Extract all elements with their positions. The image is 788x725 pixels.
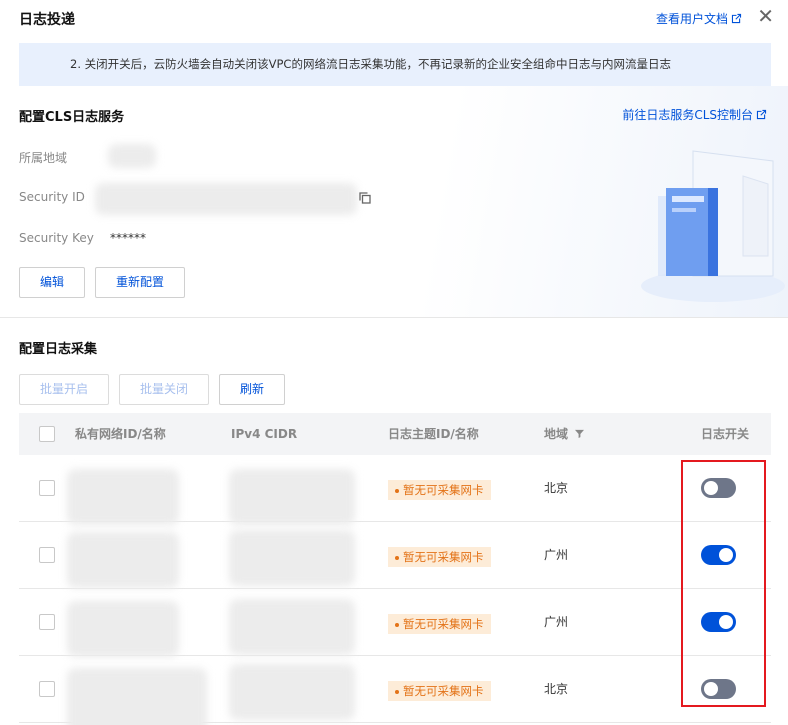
security-key-label: Security Key bbox=[19, 231, 94, 245]
header-cidr: IPv4 CIDR bbox=[231, 427, 298, 441]
row-region: 北京 bbox=[544, 481, 569, 495]
security-id-value-redacted bbox=[95, 183, 357, 215]
no-nic-tag: 暂无可采集网卡 bbox=[388, 614, 491, 634]
dialog-title: 日志投递 bbox=[19, 12, 75, 28]
cidr-redacted bbox=[229, 599, 355, 655]
no-nic-tag-label: 暂无可采集网卡 bbox=[403, 684, 484, 698]
header-switch: 日志开关 bbox=[701, 427, 750, 441]
region-label: 所属地域 bbox=[19, 151, 68, 165]
no-nic-tag: 暂无可采集网卡 bbox=[388, 547, 491, 567]
header-region-label: 地域 bbox=[544, 427, 569, 441]
select-all-checkbox[interactable] bbox=[39, 426, 55, 442]
edit-button[interactable]: 编辑 bbox=[19, 267, 85, 298]
row-checkbox[interactable] bbox=[39, 547, 55, 563]
row-region: 广州 bbox=[544, 615, 569, 629]
table-row: 暂无可采集网卡 广州 bbox=[19, 589, 771, 657]
security-id-label: Security ID bbox=[19, 190, 85, 204]
row-checkbox[interactable] bbox=[39, 480, 55, 496]
vpc-id-redacted bbox=[67, 532, 179, 588]
cidr-redacted bbox=[229, 530, 355, 586]
warning-dot-icon bbox=[395, 689, 399, 694]
notice-banner: 2. 关闭开关后，云防火墙会自动关闭该VPC的网络流日志采集功能，不再记录新的企… bbox=[19, 43, 771, 86]
log-delivery-illustration-icon bbox=[641, 150, 785, 302]
close-icon[interactable]: ✕ bbox=[757, 6, 774, 26]
highlight-box bbox=[681, 460, 766, 707]
batch-enable-button[interactable]: 批量开启 bbox=[19, 374, 109, 405]
batch-disable-button[interactable]: 批量关闭 bbox=[119, 374, 209, 405]
no-nic-tag: 暂无可采集网卡 bbox=[388, 681, 491, 701]
copy-icon[interactable] bbox=[359, 192, 371, 204]
log-collect-title: 配置日志采集 bbox=[19, 342, 98, 357]
cidr-redacted bbox=[229, 664, 355, 720]
cls-config-section: 配置CLS日志服务 前往日志服务CLS控制台 所属地域 Security ID … bbox=[0, 86, 788, 318]
no-nic-tag-label: 暂无可采集网卡 bbox=[403, 550, 484, 564]
row-checkbox[interactable] bbox=[39, 614, 55, 630]
table-header: 私有网络ID/名称 IPv4 CIDR 日志主题ID/名称 地域 日志开关 bbox=[19, 413, 771, 455]
dialog-header: 日志投递 查看用户文档 ✕ bbox=[0, 0, 788, 40]
cls-section-title: 配置CLS日志服务 bbox=[19, 110, 125, 125]
row-region: 北京 bbox=[544, 682, 569, 696]
user-doc-link-label: 查看用户文档 bbox=[655, 12, 728, 26]
warning-dot-icon bbox=[395, 488, 399, 493]
header-topic: 日志主题ID/名称 bbox=[388, 427, 479, 441]
no-nic-tag-label: 暂无可采集网卡 bbox=[403, 483, 484, 497]
refresh-button[interactable]: 刷新 bbox=[219, 374, 285, 405]
vpc-log-table: 私有网络ID/名称 IPv4 CIDR 日志主题ID/名称 地域 日志开关 暂无… bbox=[19, 413, 771, 725]
vpc-id-redacted bbox=[67, 668, 207, 725]
no-nic-tag-label: 暂无可采集网卡 bbox=[403, 617, 484, 631]
external-link-icon bbox=[756, 109, 767, 120]
no-nic-tag: 暂无可采集网卡 bbox=[388, 480, 491, 500]
warning-dot-icon bbox=[395, 555, 399, 560]
row-region: 广州 bbox=[544, 548, 569, 562]
cls-console-link-label: 前往日志服务CLS控制台 bbox=[622, 108, 753, 122]
table-row: 暂无可采集网卡 北京 bbox=[19, 455, 771, 525]
vpc-id-redacted bbox=[67, 469, 179, 525]
cls-console-link[interactable]: 前往日志服务CLS控制台 bbox=[622, 106, 767, 123]
reconfigure-button[interactable]: 重新配置 bbox=[95, 267, 185, 298]
filter-icon[interactable] bbox=[575, 429, 585, 438]
warning-dot-icon bbox=[395, 622, 399, 627]
security-key-value: ****** bbox=[110, 231, 146, 245]
row-checkbox[interactable] bbox=[39, 681, 55, 697]
header-region[interactable]: 地域 bbox=[544, 413, 585, 455]
user-doc-link[interactable]: 查看用户文档 bbox=[656, 10, 742, 27]
region-value-redacted bbox=[108, 144, 156, 168]
external-link-icon bbox=[731, 13, 742, 24]
table-row: 暂无可采集网卡 北京 bbox=[19, 656, 771, 725]
table-row: 暂无可采集网卡 广州 bbox=[19, 522, 771, 589]
header-vpc: 私有网络ID/名称 bbox=[75, 427, 166, 441]
cidr-redacted bbox=[229, 469, 355, 525]
vpc-id-redacted bbox=[67, 601, 179, 657]
